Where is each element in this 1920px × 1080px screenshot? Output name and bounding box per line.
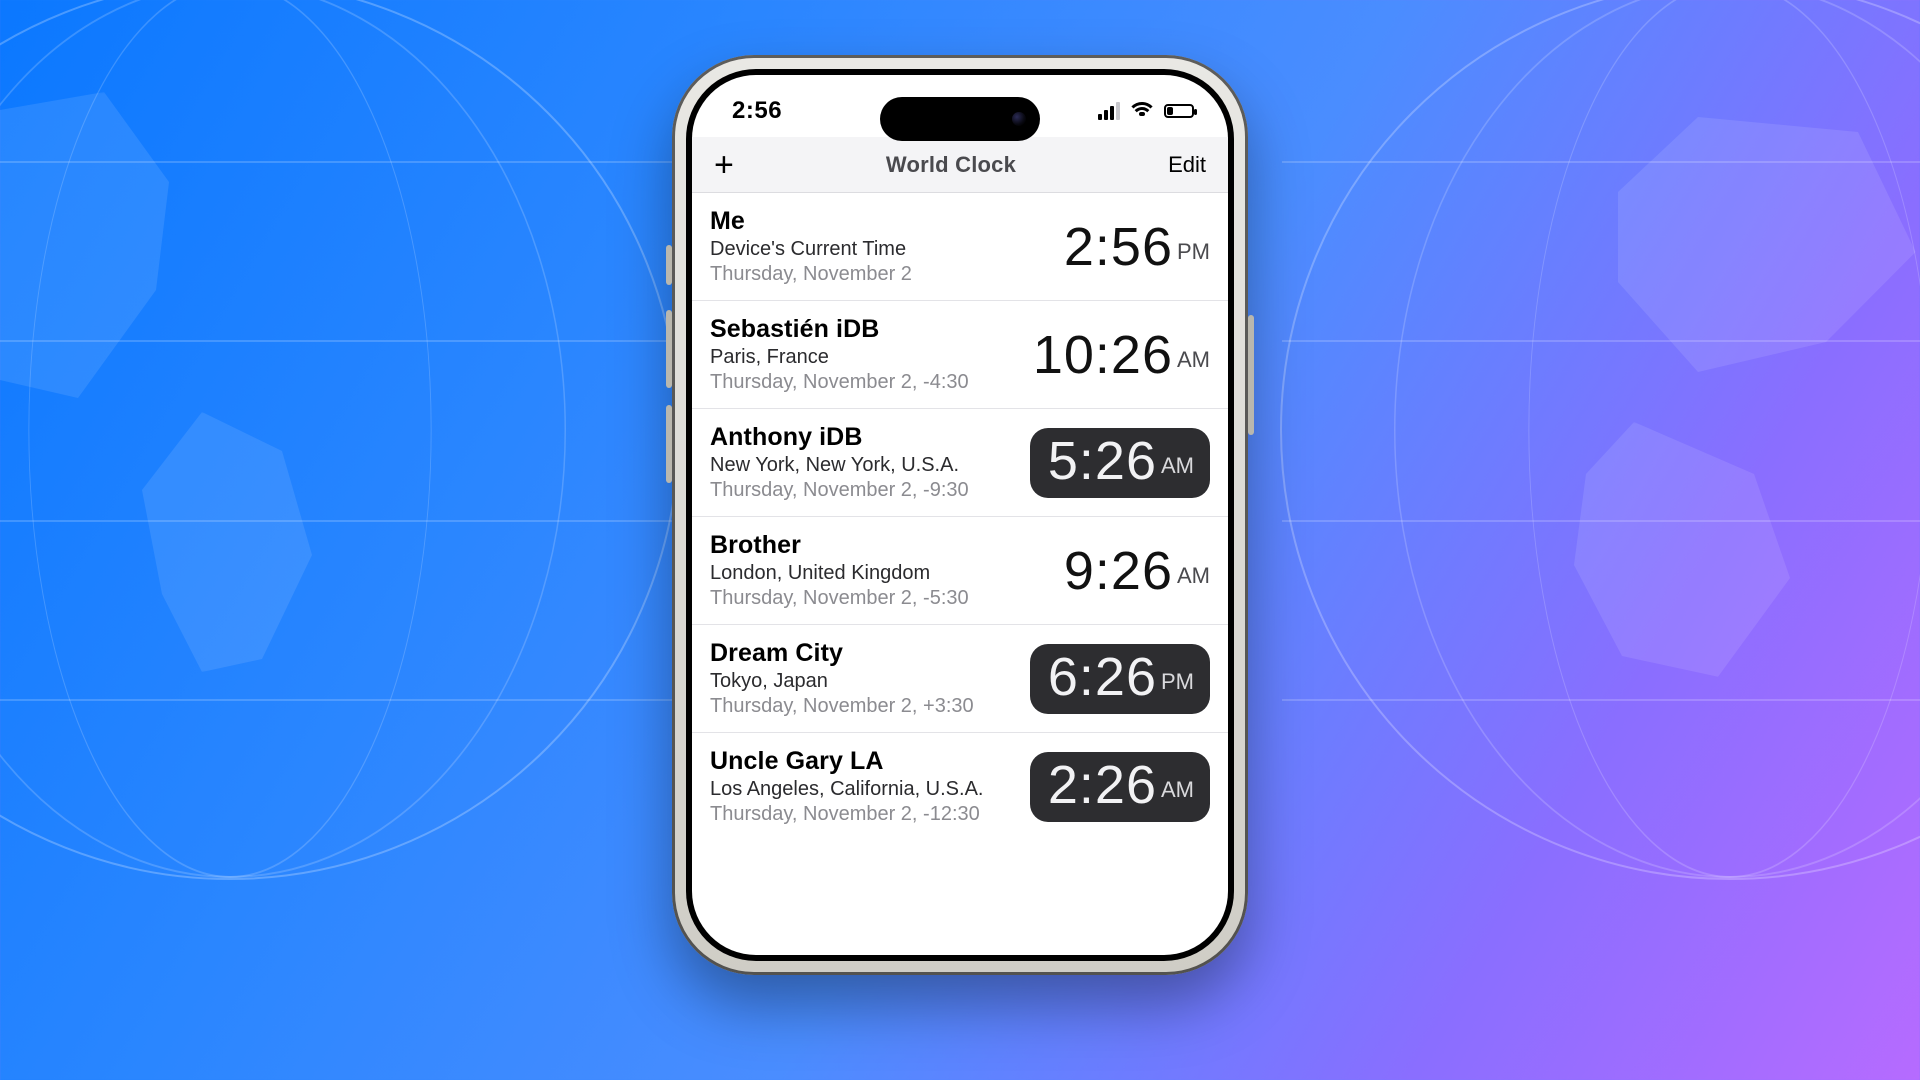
battery-icon: [1164, 104, 1194, 118]
wifi-icon: [1130, 102, 1154, 120]
entry-ampm: PM: [1177, 239, 1210, 265]
entry-ampm: AM: [1177, 563, 1210, 589]
entry-name: Brother: [710, 531, 1052, 560]
entry-ampm: AM: [1161, 777, 1194, 803]
phone-screen: 2:56 + World Clock Edit MeDevice's Curre…: [692, 75, 1228, 955]
world-clock-row[interactable]: Uncle Gary LALos Angeles, California, U.…: [692, 733, 1228, 840]
entry-ampm: AM: [1177, 347, 1210, 373]
entry-location: Tokyo, Japan: [710, 670, 1018, 693]
world-clock-list[interactable]: MeDevice's Current TimeThursday, Novembe…: [692, 193, 1228, 840]
entry-ampm: PM: [1161, 669, 1194, 695]
entry-meta: Thursday, November 2, -5:30: [710, 587, 1052, 610]
time-display: 10:26AM: [1033, 328, 1210, 382]
time-pill: 2:26AM: [1030, 752, 1210, 822]
time-pill: 6:26PM: [1030, 644, 1210, 714]
entry-name: Sebastién iDB: [710, 315, 1021, 344]
plus-icon: +: [714, 146, 734, 184]
time-display: 9:26AM: [1064, 544, 1210, 598]
entry-meta: Thursday, November 2, -9:30: [710, 479, 1018, 502]
entry-time: 10:26: [1033, 328, 1173, 382]
world-clock-row[interactable]: Sebastién iDBParis, FranceThursday, Nove…: [692, 301, 1228, 409]
entry-name: Dream City: [710, 639, 1018, 668]
edit-button[interactable]: Edit: [1168, 152, 1206, 178]
entry-meta: Thursday, November 2, -4:30: [710, 371, 1021, 394]
entry-name: Uncle Gary LA: [710, 747, 1018, 776]
add-button[interactable]: +: [714, 148, 734, 182]
entry-time: 9:26: [1064, 544, 1173, 598]
entry-name: Anthony iDB: [710, 423, 1018, 452]
world-clock-row[interactable]: Dream CityTokyo, JapanThursday, November…: [692, 625, 1228, 733]
statusbar-time: 2:56: [732, 97, 782, 125]
entry-meta: Thursday, November 2: [710, 263, 1052, 286]
nav-title: World Clock: [886, 152, 1016, 178]
entry-time: 5:26: [1048, 434, 1157, 488]
globe-decoration-left: [0, 0, 680, 880]
entry-time: 2:26: [1048, 758, 1157, 812]
phone-frame: 2:56 + World Clock Edit MeDevice's Curre…: [672, 55, 1248, 975]
entry-name: Me: [710, 207, 1052, 236]
entry-time: 2:56: [1064, 220, 1173, 274]
time-display: 2:56PM: [1064, 220, 1210, 274]
entry-meta: Thursday, November 2, -12:30: [710, 803, 1018, 826]
entry-location: London, United Kingdom: [710, 562, 1052, 585]
world-clock-row[interactable]: MeDevice's Current TimeThursday, Novembe…: [692, 193, 1228, 301]
nav-bar: + World Clock Edit: [692, 137, 1228, 193]
entry-meta: Thursday, November 2, +3:30: [710, 695, 1018, 718]
world-clock-row[interactable]: BrotherLondon, United KingdomThursday, N…: [692, 517, 1228, 625]
entry-location: Device's Current Time: [710, 238, 1052, 261]
entry-location: New York, New York, U.S.A.: [710, 454, 1018, 477]
globe-decoration-right: [1280, 0, 1920, 880]
entry-ampm: AM: [1161, 453, 1194, 479]
dynamic-island: [880, 97, 1040, 141]
entry-time: 6:26: [1048, 650, 1157, 704]
time-pill: 5:26AM: [1030, 428, 1210, 498]
entry-location: Paris, France: [710, 346, 1021, 369]
cellular-icon: [1098, 102, 1120, 120]
world-clock-row[interactable]: Anthony iDBNew York, New York, U.S.A.Thu…: [692, 409, 1228, 517]
entry-location: Los Angeles, California, U.S.A.: [710, 778, 1018, 801]
